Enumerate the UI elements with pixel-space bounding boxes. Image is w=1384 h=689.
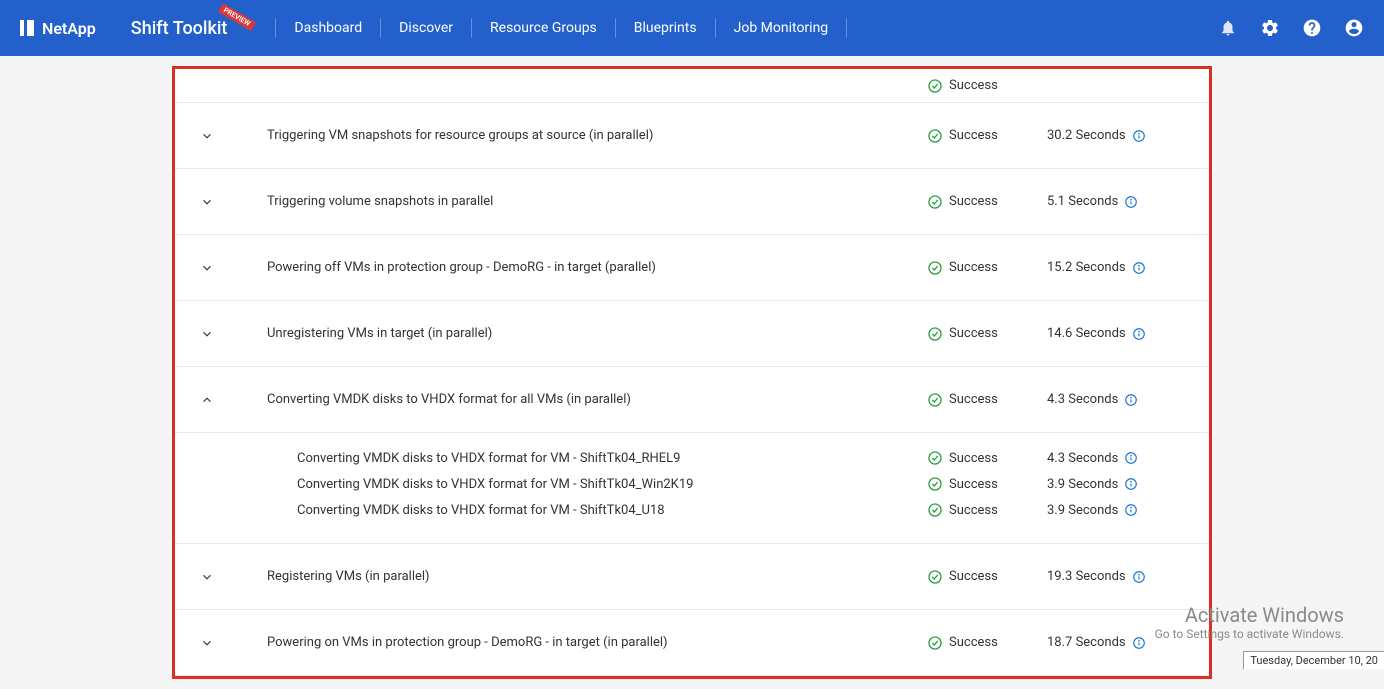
status-cell: Success [927, 450, 1047, 466]
task-label: Triggering VM snapshots for resource gro… [227, 128, 927, 143]
duration-cell: 3.9 Seconds [1047, 477, 1197, 492]
success-icon [927, 392, 943, 408]
task-row[interactable]: Registering VMs (in parallel)Success19.3… [175, 544, 1209, 610]
task-row[interactable]: Powering on VMs in protection group - De… [175, 610, 1209, 676]
status-cell: Success [927, 260, 1047, 276]
info-icon[interactable] [1124, 393, 1138, 407]
status-cell: Success [927, 128, 1047, 144]
duration-cell: 4.3 Seconds [1047, 451, 1197, 466]
duration-cell: 4.3 Seconds [1047, 392, 1197, 407]
success-icon [927, 128, 943, 144]
date-tooltip: Tuesday, December 10, 20 [1243, 651, 1384, 669]
task-row[interactable]: Powering off VMs in protection group - D… [175, 235, 1209, 301]
bell-icon[interactable] [1218, 18, 1238, 38]
task-row[interactable]: Converting VMDK disks to VHDX format for… [175, 367, 1209, 433]
success-icon [927, 502, 943, 518]
expand-toggle[interactable] [187, 636, 227, 650]
info-icon[interactable] [1132, 570, 1146, 584]
netapp-logo-icon [20, 20, 34, 36]
sub-task-row: Converting VMDK disks to VHDX format for… [175, 445, 1209, 471]
nav-blueprints[interactable]: Blueprints [615, 18, 715, 38]
duration-cell: 30.2 Seconds [1047, 128, 1197, 143]
sub-task-row: Converting VMDK disks to VHDX format for… [175, 497, 1209, 523]
content-area: Success Triggering VM snapshots for reso… [0, 56, 1384, 689]
sub-task-group: Converting VMDK disks to VHDX format for… [175, 433, 1209, 544]
info-icon[interactable] [1132, 261, 1146, 275]
expand-toggle[interactable] [187, 261, 227, 275]
success-icon [927, 78, 943, 94]
nav-job-monitoring[interactable]: Job Monitoring [715, 18, 848, 38]
success-icon [927, 450, 943, 466]
status-cell: Success [927, 569, 1047, 585]
info-icon[interactable] [1132, 327, 1146, 341]
job-steps-panel: Success Triggering VM snapshots for reso… [172, 66, 1212, 679]
status-cell: Success [927, 392, 1047, 408]
status-cell: Success [927, 194, 1047, 210]
task-row[interactable]: Triggering VM snapshots for resource gro… [175, 103, 1209, 169]
sub-task-label: Converting VMDK disks to VHDX format for… [187, 451, 927, 466]
gear-icon[interactable] [1260, 18, 1280, 38]
success-icon [927, 569, 943, 585]
expand-toggle[interactable] [187, 195, 227, 209]
task-label: Powering off VMs in protection group - D… [227, 260, 927, 275]
user-icon[interactable] [1344, 18, 1364, 38]
sub-task-label: Converting VMDK disks to VHDX format for… [187, 477, 927, 492]
info-icon[interactable] [1124, 503, 1138, 517]
success-icon [927, 476, 943, 492]
info-icon[interactable] [1124, 477, 1138, 491]
nav-resource-groups[interactable]: Resource Groups [471, 18, 615, 38]
task-row-partial: Success [175, 69, 1209, 103]
duration-cell: 19.3 Seconds [1047, 569, 1197, 584]
sub-task-label: Converting VMDK disks to VHDX format for… [187, 503, 927, 518]
app-title: Shift Toolkit PREVIEW [131, 18, 228, 39]
info-icon[interactable] [1124, 451, 1138, 465]
duration-cell: 18.7 Seconds [1047, 635, 1197, 650]
status-cell: Success [927, 635, 1047, 651]
success-icon [927, 326, 943, 342]
company-logo[interactable]: NetApp [20, 19, 96, 38]
status-cell: Success [927, 326, 1047, 342]
info-icon[interactable] [1124, 195, 1138, 209]
expand-toggle[interactable] [187, 393, 227, 407]
duration-cell: 14.6 Seconds [1047, 326, 1197, 341]
success-icon [927, 194, 943, 210]
main-nav: Dashboard Discover Resource Groups Bluep… [275, 18, 847, 38]
help-icon[interactable] [1302, 18, 1322, 38]
task-label: Powering on VMs in protection group - De… [227, 635, 927, 650]
nav-discover[interactable]: Discover [380, 18, 471, 38]
expand-toggle[interactable] [187, 129, 227, 143]
info-icon[interactable] [1132, 129, 1146, 143]
expand-toggle[interactable] [187, 570, 227, 584]
expand-toggle[interactable] [187, 327, 227, 341]
task-row[interactable]: Unregistering VMs in target (in parallel… [175, 301, 1209, 367]
duration-cell: 3.9 Seconds [1047, 503, 1197, 518]
status-cell: Success [927, 476, 1047, 492]
nav-dashboard[interactable]: Dashboard [275, 18, 380, 38]
header-actions [1218, 18, 1364, 38]
task-label: Unregistering VMs in target (in parallel… [227, 326, 927, 341]
status-cell: Success [927, 502, 1047, 518]
status-cell: Success [927, 78, 1047, 94]
task-label: Converting VMDK disks to VHDX format for… [227, 392, 927, 407]
success-icon [927, 635, 943, 651]
info-icon[interactable] [1132, 636, 1146, 650]
task-row[interactable]: Triggering volume snapshots in parallelS… [175, 169, 1209, 235]
success-icon [927, 260, 943, 276]
task-label: Registering VMs (in parallel) [227, 569, 927, 584]
duration-cell: 5.1 Seconds [1047, 194, 1197, 209]
company-name: NetApp [42, 19, 96, 38]
task-label: Triggering volume snapshots in parallel [227, 194, 927, 209]
duration-cell: 15.2 Seconds [1047, 260, 1197, 275]
app-header: NetApp Shift Toolkit PREVIEW Dashboard D… [0, 0, 1384, 56]
sub-task-row: Converting VMDK disks to VHDX format for… [175, 471, 1209, 497]
